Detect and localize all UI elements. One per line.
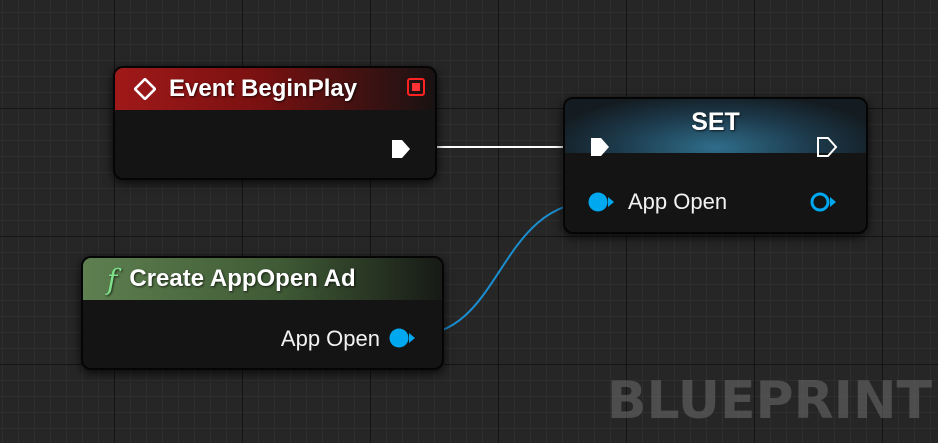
set-title: SET: [691, 107, 740, 136]
event-diamond-icon: [134, 78, 156, 100]
app-open-output-label: App Open: [280, 326, 380, 351]
exec-output-pin-icon[interactable]: [816, 136, 838, 158]
object-input-pin-icon[interactable]: [587, 191, 615, 213]
app-open-input-label: App Open: [628, 189, 728, 214]
create-appopen-ad-node[interactable]: f Create AppOpen Ad App Open: [81, 256, 444, 370]
set-node[interactable]: SET App Open: [563, 97, 868, 234]
create-appopen-ad-header: f Create AppOpen Ad: [83, 258, 442, 300]
object-output-pin-icon[interactable]: [388, 327, 416, 349]
blueprint-watermark: BLUEPRINT: [606, 371, 932, 431]
event-beginplay-header: Event BeginPlay: [115, 68, 435, 110]
event-beginplay-title: Event BeginPlay: [169, 75, 358, 102]
object-output-pin-icon[interactable]: [809, 191, 837, 213]
function-icon: f: [107, 262, 118, 296]
exec-output-pin-icon[interactable]: [390, 138, 412, 160]
exec-input-pin-icon[interactable]: [589, 136, 611, 158]
event-beginplay-node[interactable]: Event BeginPlay: [113, 66, 437, 180]
stop-icon: [407, 78, 425, 96]
create-appopen-ad-title: Create AppOpen Ad: [129, 265, 356, 292]
